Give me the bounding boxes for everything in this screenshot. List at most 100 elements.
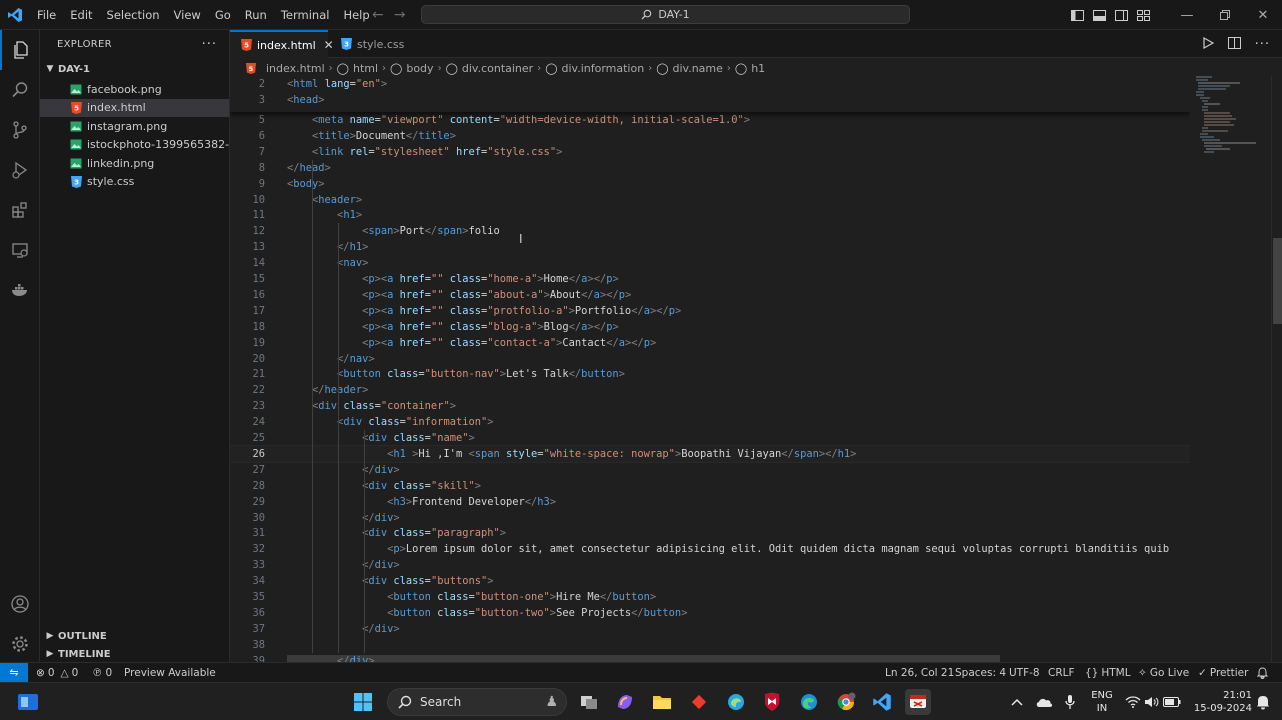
code-line[interactable]: 32 <p>Lorem ipsum dolor sit, amet consec… [230, 541, 1190, 557]
code-line[interactable]: 3 <head> [230, 92, 1190, 108]
problems-indicator[interactable]: ⊗ 0 △ 0 [36, 663, 78, 682]
menu-selection[interactable]: Selection [100, 0, 167, 30]
tab-index-html[interactable]: 5 index.html ✕ [230, 30, 334, 58]
microphone-icon[interactable] [1057, 689, 1083, 715]
code-line[interactable]: 13 </h1> [230, 239, 1190, 255]
chrome-icon[interactable] [833, 689, 859, 715]
breadcrumb-div-name[interactable]: ◯ div.name [656, 62, 723, 75]
file-item[interactable]: facebook.png [40, 80, 229, 99]
folder-day-1[interactable]: ▼ DAY-1 [40, 58, 229, 80]
start-windows-icon[interactable] [350, 689, 376, 715]
code-line[interactable]: 30 </div> [230, 510, 1190, 526]
back-arrow-icon[interactable]: ← [372, 7, 384, 23]
menu-help[interactable]: Help [336, 0, 376, 30]
code-line[interactable]: 10 <header> [230, 192, 1190, 208]
remote-explorer-icon[interactable] [0, 230, 40, 270]
breadcrumb-div-container[interactable]: ◯ div.container [446, 62, 534, 75]
run-debug-icon[interactable] [0, 150, 40, 190]
docker-icon[interactable] [0, 270, 40, 310]
code-line[interactable]: 14 <nav> [230, 255, 1190, 271]
more-actions-icon[interactable]: ··· [202, 37, 217, 52]
sticky-scroll[interactable]: 2 <html lang="en"> 3 <head> [230, 76, 1190, 112]
code-line[interactable]: 24 <div class="information"> [230, 414, 1190, 430]
snipping-tool-icon[interactable] [905, 689, 931, 715]
code-editor[interactable]: I 2 <html lang="en"> 3 <head> 5 <meta name="… [230, 76, 1190, 662]
code-line[interactable]: 5 <meta name="viewport" content="width=d… [230, 112, 1190, 128]
code-line[interactable]: 18 <p><a href="" class="blog-a">Blog</a>… [230, 319, 1190, 335]
prettier-status[interactable]: ✓ Prettier [1198, 663, 1248, 682]
encoding[interactable]: UTF-8 [1009, 663, 1040, 682]
code-line[interactable]: 7 <link rel="stylesheet" href="style.css… [230, 144, 1190, 160]
toggle-secondary-sidebar-icon[interactable] [1110, 0, 1132, 30]
preview-status[interactable]: Preview Available [124, 663, 216, 682]
toggle-primary-sidebar-icon[interactable] [1066, 0, 1088, 30]
minimap[interactable] [1190, 76, 1272, 662]
show-hidden-icons-chevron-icon[interactable] [1004, 689, 1030, 715]
code-line[interactable]: 19 <p><a href="" class="contact-a">Canta… [230, 335, 1190, 351]
battery-icon[interactable] [1159, 689, 1185, 715]
file-explorer-icon[interactable] [649, 689, 675, 715]
code-line[interactable]: 21 <button class="button-nav">Let's Talk… [230, 366, 1190, 382]
menu-file[interactable]: File [30, 0, 63, 30]
code-line[interactable]: 38 [230, 637, 1190, 653]
code-line[interactable]: 26 <h1 >Hi ,I'm <span style="white-space… [230, 444, 1190, 463]
task-view-icon[interactable] [576, 689, 602, 715]
customize-layout-icon[interactable] [1132, 0, 1154, 30]
scrollbar-thumb[interactable] [1273, 238, 1282, 324]
more-actions-icon[interactable]: ··· [1255, 37, 1270, 52]
run-file-icon[interactable] [1202, 36, 1214, 52]
file-item[interactable]: 5 index.html [40, 98, 229, 117]
onedrive-cloud-icon[interactable] [1031, 689, 1057, 715]
code-line[interactable]: 6 <title>Document</title> [230, 128, 1190, 144]
remote-indicator-icon[interactable]: ⇋ [0, 663, 28, 682]
line-ending[interactable]: CRLF [1048, 663, 1075, 682]
code-line[interactable]: 16 <p><a href="" class="about-a">About</… [230, 287, 1190, 303]
edge-dev-icon[interactable] [723, 689, 749, 715]
minimize-icon[interactable]: — [1168, 0, 1206, 30]
code-line[interactable]: 15 <p><a href="" class="home-a">Home</a>… [230, 271, 1190, 287]
code-line[interactable]: 11 <h1> [230, 207, 1190, 223]
code-line[interactable]: 22 </header> [230, 382, 1190, 398]
code-line[interactable]: 9 <body> [230, 176, 1190, 192]
vertical-scrollbar[interactable] [1271, 76, 1282, 662]
timeline-section[interactable]: ▶ TIMELINE [40, 645, 230, 663]
go-live-button[interactable]: ✧ Go Live [1138, 663, 1189, 682]
code-line[interactable]: 17 <p><a href="" class="protfolio-a">Por… [230, 303, 1190, 319]
mcafee-icon[interactable] [759, 689, 785, 715]
code-line[interactable]: 35 <button class="button-one">Hire Me</b… [230, 589, 1190, 605]
code-line[interactable]: 33 </div> [230, 557, 1190, 573]
search-icon[interactable] [0, 70, 40, 110]
menu-terminal[interactable]: Terminal [274, 0, 337, 30]
indentation[interactable]: Spaces: 4 [955, 663, 1006, 682]
anydesk-icon[interactable] [686, 689, 712, 715]
widgets-icon[interactable] [15, 689, 41, 715]
menu-edit[interactable]: Edit [63, 0, 99, 30]
clock[interactable]: 21:01 15-09-2024 [1190, 689, 1252, 715]
toggle-panel-icon[interactable] [1088, 0, 1110, 30]
language-mode[interactable]: {} HTML [1085, 663, 1131, 682]
breadcrumb-div-information[interactable]: ◯ div.information [545, 62, 644, 75]
file-item[interactable]: istockphoto-1399565382-6... [40, 136, 229, 155]
breadcrumb-body[interactable]: ◯ body [390, 62, 434, 75]
extensions-icon[interactable] [0, 190, 40, 230]
accounts-icon[interactable] [0, 584, 40, 624]
close-window-icon[interactable]: ✕ [1244, 0, 1282, 30]
outline-section[interactable]: ▶ OUTLINE [40, 627, 230, 645]
command-center[interactable]: DAY-1 [421, 5, 910, 24]
code-line[interactable]: 28 <div class="skill"> [230, 478, 1190, 494]
file-item[interactable]: linkedin.png [40, 154, 229, 173]
code-line[interactable]: 8 </head> [230, 160, 1190, 176]
code-line[interactable]: 2 <html lang="en"> [230, 76, 1190, 92]
breadcrumb-html[interactable]: ◯ html [337, 62, 378, 75]
menu-run[interactable]: Run [238, 0, 274, 30]
code-line[interactable]: 31 <div class="paragraph"> [230, 525, 1190, 541]
code-line[interactable]: 37 </div> [230, 621, 1190, 637]
code-line[interactable]: 27 </div> [230, 462, 1190, 478]
file-item[interactable]: 3 style.css [40, 173, 229, 192]
cursor-position[interactable]: Ln 26, Col 21 [885, 663, 954, 682]
taskbar-search[interactable]: Search ♟ [387, 688, 567, 716]
forward-arrow-icon[interactable]: → [394, 7, 406, 23]
breadcrumb-h1[interactable]: ◯ h1 [735, 62, 765, 75]
file-item[interactable]: instagram.png [40, 117, 229, 136]
tab-style-css[interactable]: 3 style.css [330, 30, 426, 58]
